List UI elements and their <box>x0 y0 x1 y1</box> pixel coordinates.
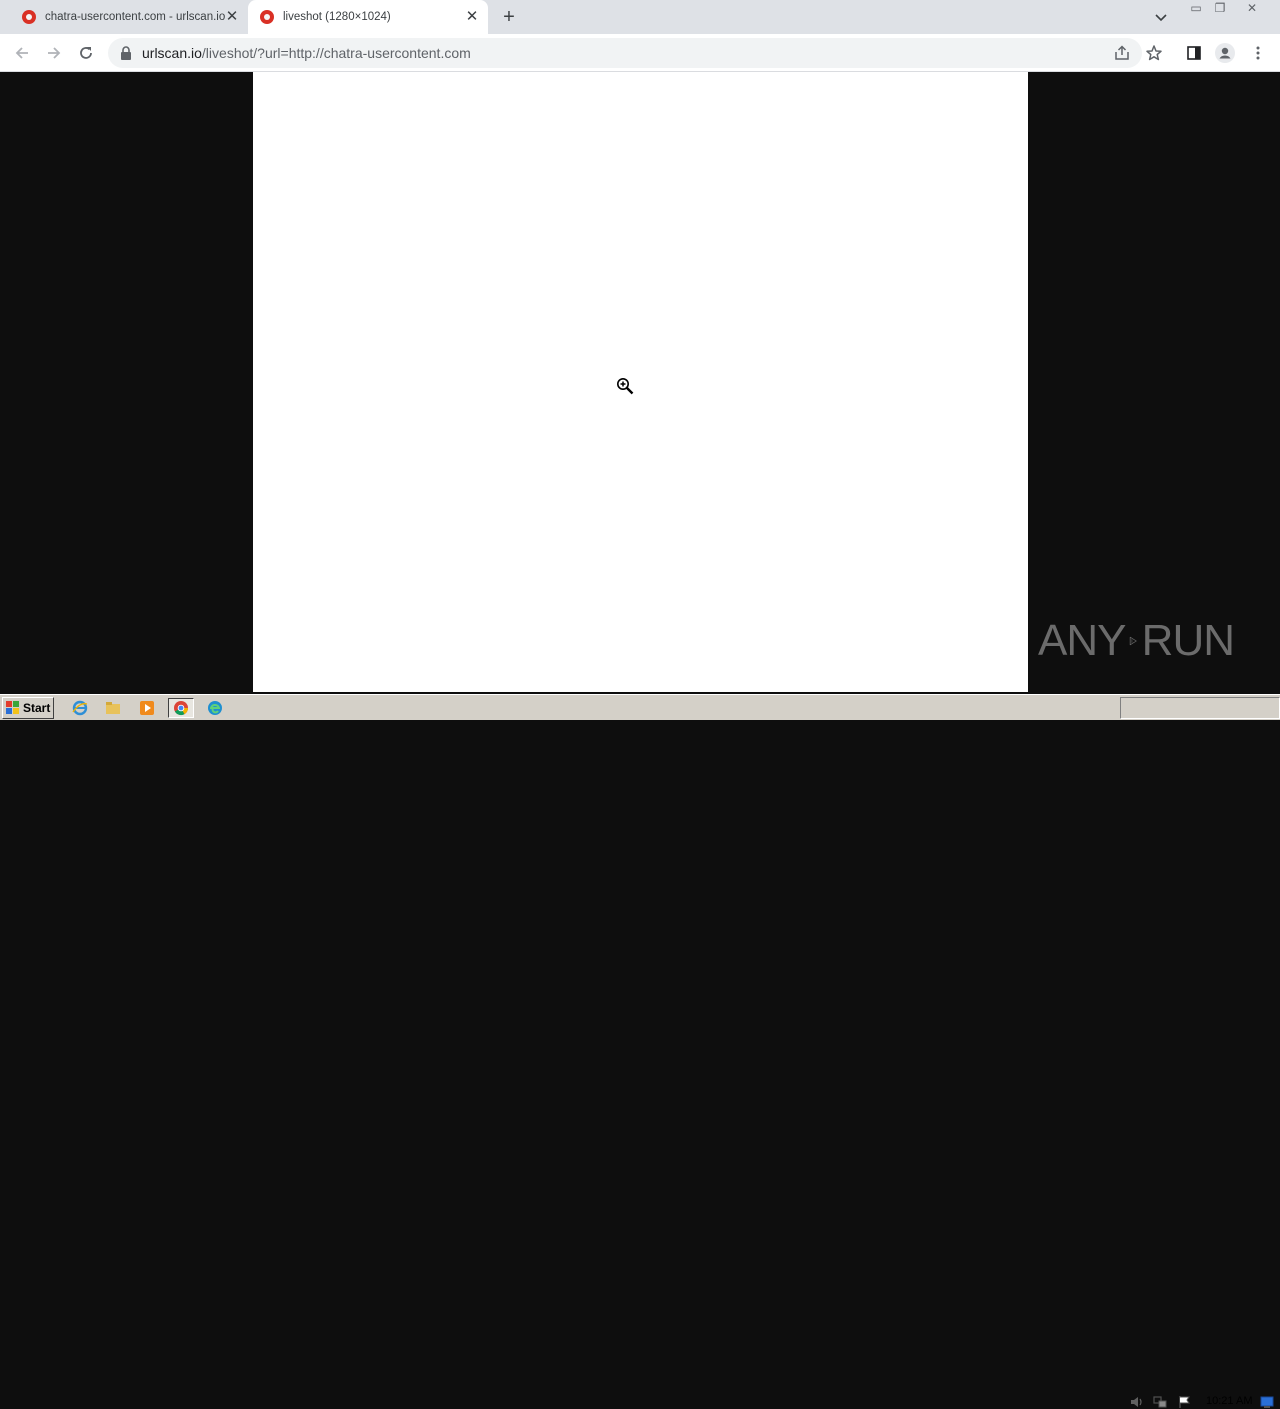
tab-liveshot[interactable]: liveshot (1280×1024) ✕ <box>248 0 488 34</box>
back-button[interactable] <box>10 41 34 65</box>
watermark-any-text: ANY <box>1038 616 1126 665</box>
action-center-flag-icon[interactable] <box>1178 1395 1192 1409</box>
tab-close-icon[interactable]: ✕ <box>464 9 480 25</box>
show-desktop-icon[interactable] <box>1260 1395 1274 1409</box>
internet-explorer-icon[interactable] <box>69 698 91 718</box>
media-player-icon[interactable] <box>136 698 158 718</box>
minimize-button[interactable]: ▭ <box>1184 0 1208 18</box>
reload-icon <box>80 47 92 59</box>
file-explorer-icon[interactable] <box>102 698 124 718</box>
anyrun-watermark: ANY RUN <box>1038 610 1235 672</box>
play-logo-icon <box>1130 636 1138 646</box>
tab-urlscan-result[interactable]: chatra-usercontent.com - urlscan.io ✕ <box>8 0 248 34</box>
edge-icon[interactable] <box>204 698 226 718</box>
tab-search-chevron-icon[interactable] <box>1152 8 1170 26</box>
address-bar[interactable]: urlscan.io/liveshot/?url=http://chatra-u… <box>108 38 1142 68</box>
new-tab-button[interactable]: + <box>498 6 520 28</box>
tab-close-icon[interactable]: ✕ <box>224 9 240 25</box>
windows-logo-icon <box>6 701 19 714</box>
zoom-in-cursor-icon <box>617 378 634 395</box>
menu-kebab-icon[interactable] <box>1248 43 1268 63</box>
restore-button[interactable]: ❐ <box>1208 0 1232 18</box>
forward-arrow-icon <box>48 47 61 59</box>
chrome-icon[interactable] <box>168 698 194 718</box>
reload-button[interactable] <box>74 41 98 65</box>
forward-button[interactable] <box>42 41 66 65</box>
url-host: urlscan.io <box>142 45 202 61</box>
start-button[interactable]: Start <box>2 697 54 719</box>
system-tray <box>1120 697 1280 719</box>
tab-title: chatra-usercontent.com - urlscan.io <box>45 11 226 23</box>
back-arrow-icon <box>15 47 28 59</box>
lock-icon[interactable] <box>120 46 132 60</box>
system-clock[interactable]: 10:21 AM <box>1206 1395 1252 1407</box>
url-path: /liveshot/?url=http://chatra-usercontent… <box>201 45 471 61</box>
start-label: Start <box>23 701 51 715</box>
page-viewport: ANY RUN <box>0 72 1280 692</box>
volume-icon[interactable] <box>1130 1395 1144 1409</box>
urlscan-favicon-icon <box>22 10 36 24</box>
profile-avatar-icon[interactable] <box>1215 43 1235 63</box>
bookmark-star-icon[interactable] <box>1144 43 1164 63</box>
side-panel-icon[interactable] <box>1184 43 1204 63</box>
window-close-button[interactable]: ✕ <box>1240 0 1264 18</box>
network-icon[interactable] <box>1153 1395 1167 1409</box>
tab-title: liveshot (1280×1024) <box>283 11 391 23</box>
share-icon[interactable] <box>1112 43 1132 63</box>
watermark-run-text: RUN <box>1141 616 1235 665</box>
windows-taskbar: Start 10:21 AM <box>0 694 1280 1408</box>
tab-strip: chatra-usercontent.com - urlscan.io ✕ li… <box>0 0 1280 34</box>
browser-toolbar: urlscan.io/liveshot/?url=http://chatra-u… <box>0 34 1280 72</box>
urlscan-favicon-icon <box>260 10 274 24</box>
liveshot-image[interactable] <box>253 72 1028 692</box>
